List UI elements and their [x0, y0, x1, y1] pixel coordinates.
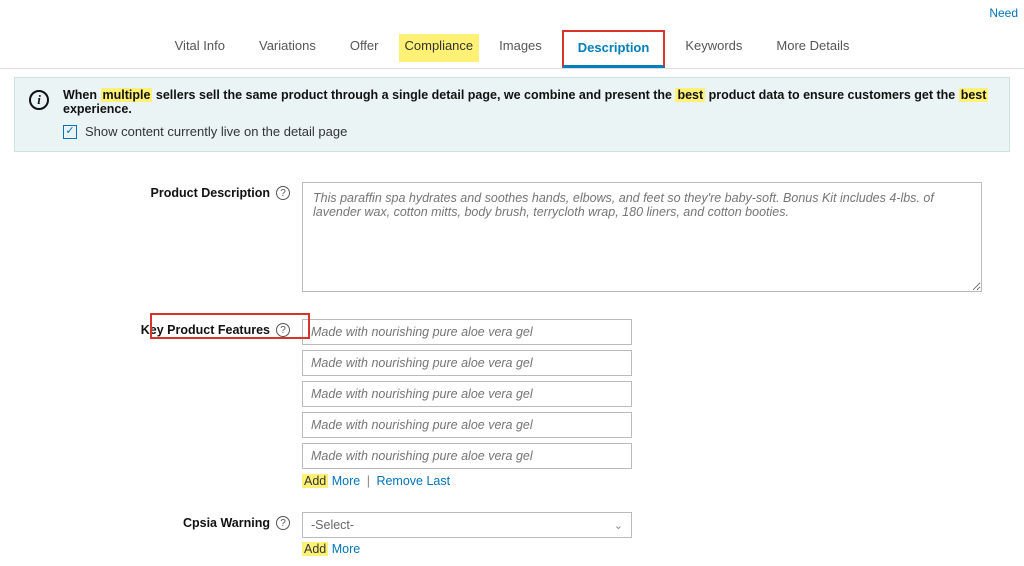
- add-label: Add: [302, 474, 328, 488]
- info-highlight-multiple: multiple: [101, 88, 153, 102]
- info-banner: i When multiple sellers sell the same pr…: [14, 77, 1010, 152]
- info-highlight-best2: best: [959, 88, 989, 102]
- show-live-checkbox[interactable]: ✓: [63, 125, 77, 139]
- remove-last-link[interactable]: Remove Last: [376, 474, 450, 488]
- tab-images[interactable]: Images: [485, 30, 556, 68]
- feature-input-5[interactable]: [302, 443, 632, 469]
- cpsia-actions: Add More: [302, 542, 984, 556]
- key-features-label: Key Product Features ?: [40, 319, 290, 337]
- key-features-highlight-box: [150, 313, 310, 339]
- help-icon[interactable]: ?: [276, 186, 290, 200]
- help-link[interactable]: Need: [989, 6, 1018, 20]
- cpsia-select[interactable]: -Select- ⌄: [302, 512, 632, 538]
- feature-actions: Add More | Remove Last: [302, 474, 984, 488]
- feature-input-1[interactable]: [302, 319, 632, 345]
- tab-description[interactable]: Description: [564, 32, 664, 65]
- info-highlight-best1: best: [675, 88, 705, 102]
- tab-variations[interactable]: Variations: [245, 30, 330, 68]
- chevron-down-icon: ⌄: [614, 519, 623, 532]
- product-description-input[interactable]: [302, 182, 982, 292]
- add-more-link[interactable]: More: [332, 474, 360, 488]
- cpsia-label-text: Cpsia Warning: [183, 516, 270, 530]
- add-label: Add: [302, 542, 328, 556]
- separator: |: [364, 474, 373, 488]
- help-icon[interactable]: ?: [276, 516, 290, 530]
- tab-compliance[interactable]: Compliance: [399, 34, 480, 62]
- tab-offer[interactable]: Offer: [336, 30, 393, 68]
- form-area: Product Description ? Key Product Featur…: [0, 152, 1024, 566]
- tab-description-highlight: Description: [562, 30, 666, 68]
- product-description-label: Product Description ?: [40, 182, 290, 200]
- info-text-suffix: experience.: [63, 102, 132, 116]
- tab-vital-info[interactable]: Vital Info: [161, 30, 239, 68]
- info-text-prefix: When: [63, 88, 101, 102]
- info-text-mid2: product data to ensure customers get the: [705, 88, 959, 102]
- feature-input-4[interactable]: [302, 412, 632, 438]
- cpsia-label: Cpsia Warning ?: [40, 512, 290, 530]
- info-message: When multiple sellers sell the same prod…: [63, 88, 995, 116]
- feature-input-3[interactable]: [302, 381, 632, 407]
- show-live-label: Show content currently live on the detai…: [85, 124, 347, 139]
- tab-keywords[interactable]: Keywords: [671, 30, 756, 68]
- product-description-label-text: Product Description: [151, 186, 270, 200]
- tab-more-details[interactable]: More Details: [762, 30, 863, 68]
- info-icon: i: [29, 90, 49, 110]
- tab-bar: Vital Info Variations Offer Compliance I…: [0, 0, 1024, 69]
- feature-input-2[interactable]: [302, 350, 632, 376]
- cpsia-selected-value: -Select-: [311, 518, 354, 532]
- cpsia-add-more-link[interactable]: More: [332, 542, 360, 556]
- info-text-mid1: sellers sell the same product through a …: [152, 88, 675, 102]
